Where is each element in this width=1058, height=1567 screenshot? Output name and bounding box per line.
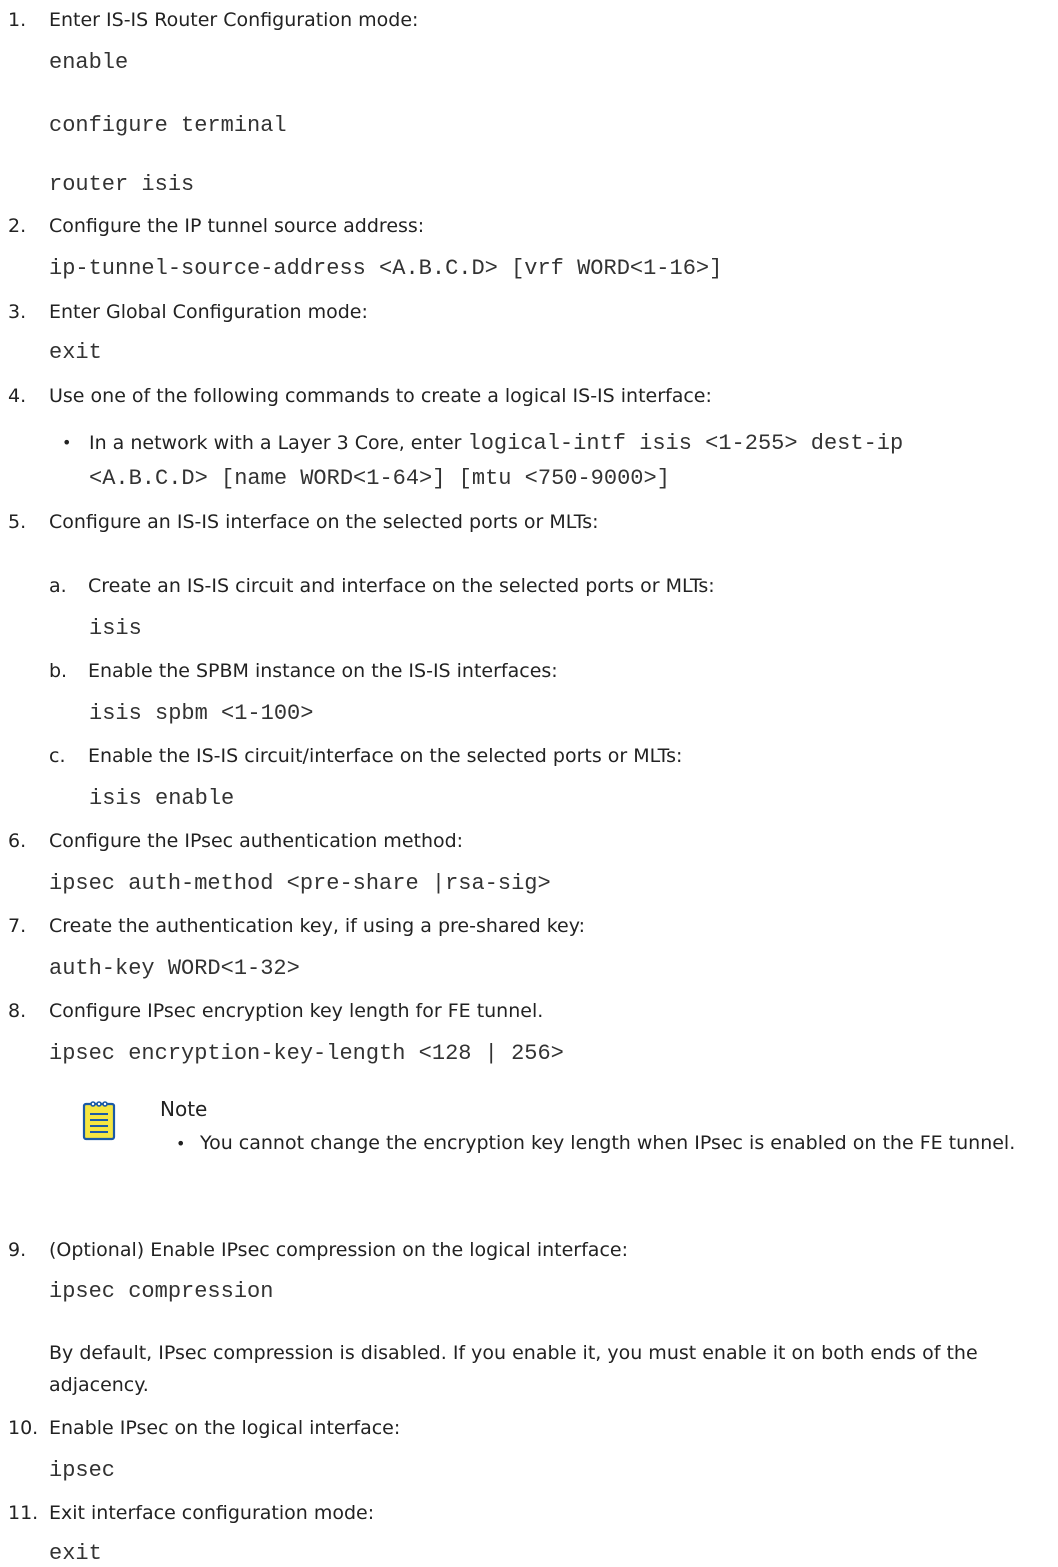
command: ipsec compression xyxy=(49,1279,274,1304)
substep-letter: c. xyxy=(49,745,66,767)
substep-c: c. Enable the IS-IS circuit/interface on… xyxy=(49,744,682,768)
step-1: 1. Enter IS-IS Router Configuration mode… xyxy=(8,8,418,32)
step-4: 4. Use one of the following commands to … xyxy=(8,384,712,408)
bullet-marker: • xyxy=(176,1134,186,1153)
step-text: Enter Global Configuration mode: xyxy=(49,301,368,323)
step-text: Create the authentication key, if using … xyxy=(49,915,585,937)
note-text: You cannot change the encryption key len… xyxy=(200,1132,1016,1154)
bullet-text: In a network with a Layer 3 Core, enter xyxy=(89,432,468,454)
step-number: 6. xyxy=(8,830,27,852)
command: exit xyxy=(49,340,102,365)
step-7: 7. Create the authentication key, if usi… xyxy=(8,914,585,938)
step-number: 3. xyxy=(8,301,27,323)
step-5: 5. Configure an IS-IS interface on the s… xyxy=(8,510,599,534)
substep-text: Create an IS-IS circuit and interface on… xyxy=(88,575,715,597)
step-text: Exit interface configuration mode: xyxy=(49,1502,375,1524)
step-10: 10. Enable IPsec on the logical interfac… xyxy=(8,1416,400,1440)
command: router isis xyxy=(49,172,195,197)
step-number: 4. xyxy=(8,385,27,407)
step-number: 10. xyxy=(8,1417,39,1439)
note-title: Note xyxy=(160,1097,208,1121)
paragraph: By default, IPsec compression is disable… xyxy=(49,1342,978,1364)
substep-a: a. Create an IS-IS circuit and interface… xyxy=(49,574,715,598)
step-3: 3. Enter Global Configuration mode: xyxy=(8,300,368,324)
step-text: Configure IPsec encryption key length fo… xyxy=(49,1000,544,1022)
step-number: 2. xyxy=(8,215,27,237)
command: isis xyxy=(89,616,142,641)
substep-text: Enable the IS-IS circuit/interface on th… xyxy=(88,745,683,767)
step-text: Use one of the following commands to cre… xyxy=(49,385,712,407)
command: enable xyxy=(49,50,129,75)
note-icon xyxy=(82,1101,116,1141)
command: isis spbm <1-100> xyxy=(89,701,314,726)
command: ipsec xyxy=(49,1458,116,1483)
step-number: 8. xyxy=(8,1000,27,1022)
step-number: 9. xyxy=(8,1239,27,1261)
step-number: 7. xyxy=(8,915,27,937)
step-text: Configure an IS-IS interface on the sele… xyxy=(49,511,599,533)
step-6: 6. Configure the IPsec authentication me… xyxy=(8,829,463,853)
command: exit xyxy=(49,1541,102,1566)
step-11: 11. Exit interface configuration mode: xyxy=(8,1501,374,1525)
step-text: Configure the IP tunnel source address: xyxy=(49,215,425,237)
inline-command: logical-intf isis <1-255> dest-ip xyxy=(467,431,904,456)
bullet-marker: • xyxy=(62,433,72,452)
step-9: 9. (Optional) Enable IPsec compression o… xyxy=(8,1238,628,1262)
step-number: 1. xyxy=(8,9,27,31)
step-text: Configure the IPsec authentication metho… xyxy=(49,830,464,852)
substep-text: Enable the SPBM instance on the IS-IS in… xyxy=(88,660,558,682)
command: ipsec encryption-key-length <128 | 256> xyxy=(49,1041,564,1066)
paragraph: adjacency. xyxy=(49,1374,149,1396)
command: ipsec auth-method <pre-share |rsa-sig> xyxy=(49,871,551,896)
command: isis enable xyxy=(89,786,235,811)
substep-b: b. Enable the SPBM instance on the IS-IS… xyxy=(49,659,558,683)
step-2: 2. Configure the IP tunnel source addres… xyxy=(8,214,424,238)
step-text: (Optional) Enable IPsec compression on t… xyxy=(49,1239,628,1261)
step-number: 11. xyxy=(8,1502,39,1524)
step-text: Enable IPsec on the logical interface: xyxy=(49,1417,401,1439)
command: configure terminal xyxy=(49,113,287,138)
command: ip-tunnel-source-address <A.B.C.D> [vrf … xyxy=(49,256,723,281)
command: auth-key WORD<1-32> xyxy=(49,956,300,981)
substep-letter: a. xyxy=(49,575,67,597)
step-text: Enter IS-IS Router Configuration mode: xyxy=(49,9,419,31)
substep-letter: b. xyxy=(49,660,68,682)
step-8: 8. Configure IPsec encryption key length… xyxy=(8,999,543,1023)
bullet-item: In a network with a Layer 3 Core, enter … xyxy=(89,431,903,456)
inline-command-continued: <A.B.C.D> [name WORD<1-64>] [mtu <750-90… xyxy=(89,466,670,491)
step-number: 5. xyxy=(8,511,27,533)
